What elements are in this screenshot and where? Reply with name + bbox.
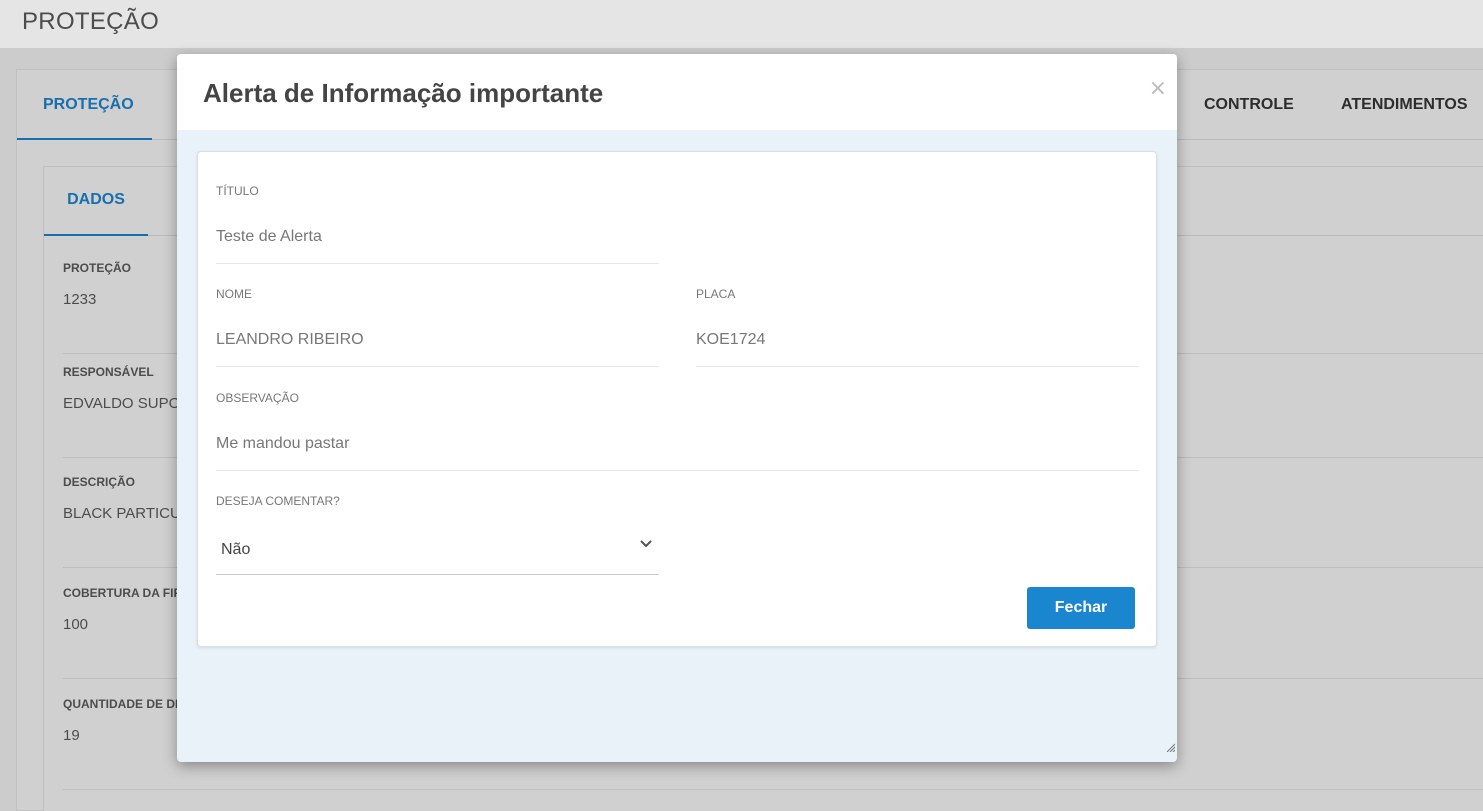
field-observacao: OBSERVAÇÃO Me mandou pastar [216,359,1139,471]
field-label: TÍTULO [216,184,259,198]
select-value: Não [221,541,251,558]
close-icon[interactable]: × [1149,76,1167,101]
field-label: NOME [216,287,252,301]
field-label: PLACA [696,287,736,301]
modal-title: Alerta de Informação importante [203,78,604,108]
comment-select[interactable]: DESEJA COMENTAR? Não [216,487,659,575]
field-value: Teste de Alerta [216,228,322,245]
chevron-down-icon [640,540,652,548]
field-nome: NOME LEANDRO RIBEIRO [216,255,659,367]
select-label: DESEJA COMENTAR? [216,494,340,508]
alert-card: TÍTULO Teste de Alerta NOME LEANDRO RIBE… [197,151,1157,647]
field-placa: PLACA KOE1724 [696,255,1139,367]
alert-modal: Alerta de Informação importante × TÍTULO… [177,54,1177,762]
field-titulo: TÍTULO Teste de Alerta [216,152,659,264]
modal-header: Alerta de Informação importante × [177,54,1177,130]
field-value: KOE1724 [696,331,766,348]
resize-handle-icon[interactable] [1165,742,1175,752]
field-value: Me mandou pastar [216,435,350,452]
close-button[interactable]: Fechar [1027,587,1135,629]
field-value: LEANDRO RIBEIRO [216,331,364,348]
field-label: OBSERVAÇÃO [216,391,299,405]
